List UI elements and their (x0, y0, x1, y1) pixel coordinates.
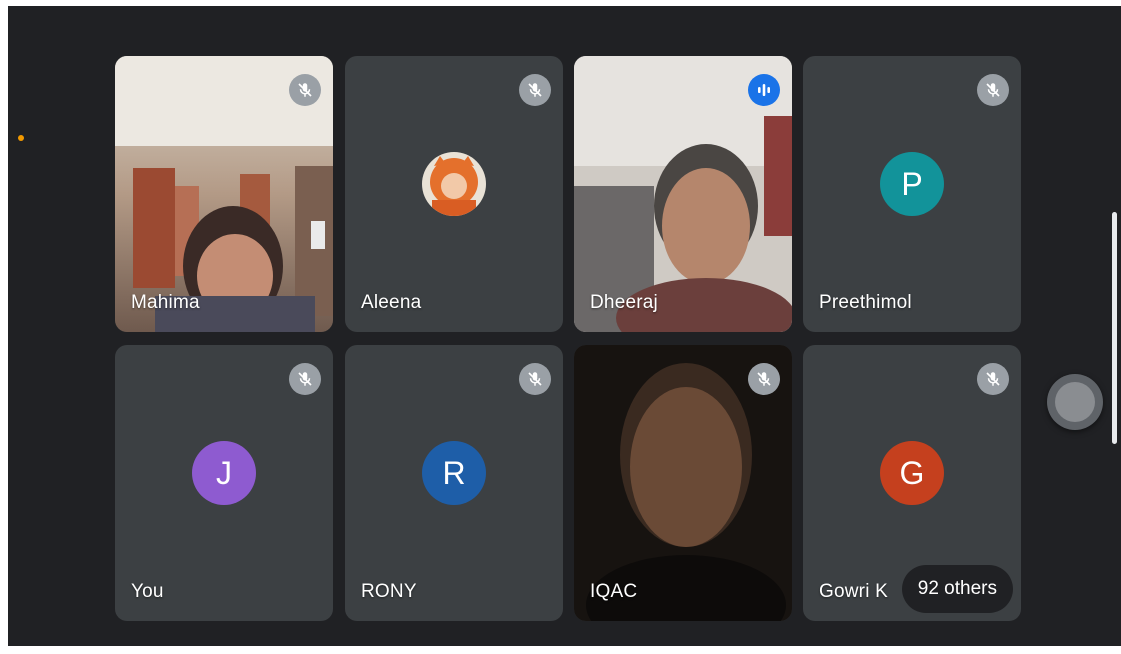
initial-avatar: R (422, 441, 486, 505)
participant-tile-gowri-k[interactable]: G Gowri K 92 others (803, 345, 1021, 621)
speaking-indicator-icon (748, 74, 780, 106)
meeting-grid: Mahima Aleena Dheeraj P Preethimol J You… (8, 6, 1121, 646)
mic-off-icon (519, 363, 551, 395)
participant-name: Dheeraj (590, 292, 658, 313)
others-count-chip[interactable]: 92 others (901, 565, 1013, 613)
participant-tile-dheeraj[interactable]: Dheeraj (574, 56, 792, 332)
participant-tile-rony[interactable]: R RONY (345, 345, 563, 621)
participant-tile-iqac[interactable]: IQAC (574, 345, 792, 621)
presence-dot (18, 135, 24, 141)
initial-avatar: P (880, 152, 944, 216)
circle-icon (1055, 382, 1095, 422)
participant-name: RONY (361, 581, 417, 602)
participant-tile-mahima[interactable]: Mahima (115, 56, 333, 332)
initial-avatar: G (880, 441, 944, 505)
participant-tile-preethimol[interactable]: P Preethimol (803, 56, 1021, 332)
profile-photo-avatar (422, 152, 486, 216)
participant-name: Preethimol (819, 292, 912, 313)
floating-action-button[interactable] (1047, 374, 1103, 430)
mic-off-icon (977, 74, 1009, 106)
mic-off-icon (289, 74, 321, 106)
initial-avatar: J (192, 441, 256, 505)
participant-tile-aleena[interactable]: Aleena (345, 56, 563, 332)
participant-name: Gowri K (819, 581, 888, 602)
mic-off-icon (289, 363, 321, 395)
participant-name: IQAC (590, 581, 638, 602)
participant-name: You (131, 581, 164, 602)
mic-off-icon (748, 363, 780, 395)
participant-tile-you[interactable]: J You (115, 345, 333, 621)
mic-off-icon (519, 74, 551, 106)
participant-name: Aleena (361, 292, 422, 313)
mic-off-icon (977, 363, 1009, 395)
participant-name: Mahima (131, 292, 200, 313)
scrollbar[interactable] (1112, 212, 1117, 444)
